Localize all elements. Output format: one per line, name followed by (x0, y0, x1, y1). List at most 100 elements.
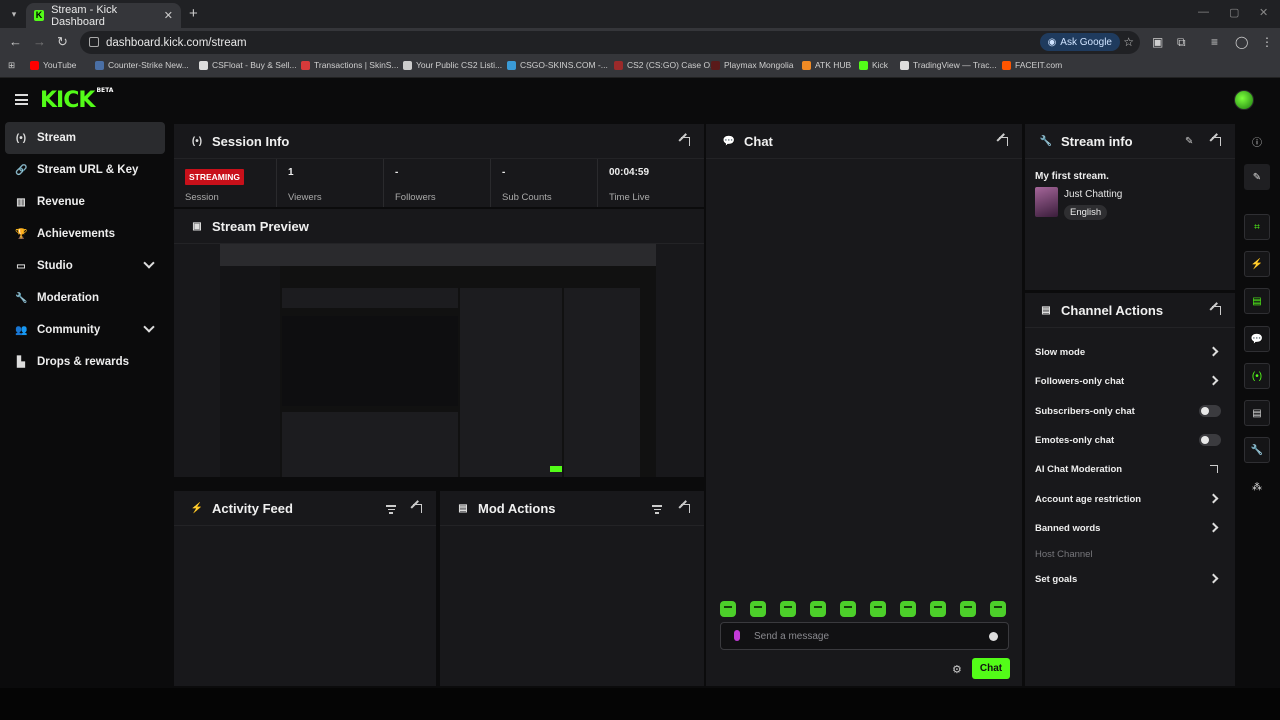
emote-8-icon[interactable] (930, 601, 946, 617)
chat-message-input[interactable]: Send a message (720, 622, 1009, 650)
forward-icon[interactable]: → (33, 34, 46, 49)
filter-icon[interactable] (386, 505, 396, 516)
emotes-only-toggle[interactable] (1199, 434, 1221, 446)
sidebar-item-studio[interactable]: ▭ Studio (5, 250, 165, 282)
minimize-icon[interactable]: — (1198, 6, 1209, 18)
bookmark-item[interactable]: CSGO-SKINS.COM -... (507, 60, 608, 70)
apps-icon[interactable]: ⊞ (8, 60, 15, 71)
maximize-icon[interactable]: ▢ (1229, 6, 1239, 19)
emote-2-icon[interactable] (750, 601, 766, 617)
microphone-icon[interactable] (734, 630, 740, 641)
bookmark-item[interactable]: TradingView — Trac... (900, 60, 997, 70)
sidebar-item-revenue[interactable]: ▥ Revenue (5, 186, 165, 218)
popout-icon[interactable] (1212, 137, 1221, 146)
sidebar-item-moderation[interactable]: 🔧 Moderation (5, 282, 165, 314)
info-icon[interactable]: ⓘ (1244, 128, 1270, 154)
edit-pencil-icon[interactable]: ✎ (1185, 136, 1193, 147)
channel-actions-icon: ▤ (1041, 304, 1051, 316)
followers-only-row[interactable]: Followers-only chat (1035, 371, 1223, 391)
sidebar-item-drops-rewards[interactable]: ▙ Drops & rewards (5, 346, 165, 378)
popout-icon[interactable] (681, 504, 690, 513)
menu-icon[interactable]: ⋮ (1261, 35, 1273, 49)
bookmark-item[interactable]: Your Public CS2 Listi... (403, 60, 502, 70)
bookmark-item[interactable]: Counter-Strike New... (95, 60, 189, 70)
clip-icon[interactable]: ⌗ (1244, 214, 1270, 240)
profile-icon[interactable]: ◯ (1235, 35, 1248, 49)
account-age-row[interactable]: Account age restriction (1035, 489, 1223, 509)
ai-chat-moderation-row[interactable]: AI Chat Moderation (1035, 459, 1223, 479)
sidebar-item-stream[interactable]: (•) Stream (5, 122, 165, 154)
document-icon[interactable]: ▤ (1244, 288, 1270, 314)
bookmark-star-icon[interactable]: ☆ (1123, 35, 1134, 49)
popout-icon[interactable] (413, 504, 422, 513)
bookmark-item[interactable]: Kick (859, 60, 888, 70)
browser-tab[interactable]: K Stream - Kick Dashboard ✕ (26, 3, 181, 28)
bookmark-favicon-icon (301, 60, 310, 70)
set-goals-row[interactable]: Set goals (1035, 569, 1223, 589)
reload-icon[interactable]: ↻ (57, 34, 68, 50)
bookmark-item[interactable]: YouTube (30, 60, 76, 70)
channel-actions-icon[interactable]: ▤ (1244, 400, 1270, 426)
back-icon[interactable]: ← (9, 34, 22, 49)
broadcast-icon[interactable]: (•) (1244, 363, 1270, 389)
stream-preview-video[interactable] (220, 244, 656, 477)
popout-icon[interactable] (999, 137, 1008, 146)
reading-list-icon[interactable]: ≡ (1211, 35, 1218, 49)
wrench-icon[interactable]: 🔧 (1244, 437, 1270, 463)
extension-icon[interactable]: ▣ (1152, 35, 1163, 49)
tab-search-icon[interactable]: ▾ (6, 6, 22, 22)
chevron-down-icon[interactable] (143, 321, 155, 333)
popout-icon[interactable] (681, 137, 690, 146)
sidebar-item-label: Moderation (37, 292, 99, 304)
bookmark-item[interactable]: FACEIT.com (1002, 60, 1062, 70)
bookmark-item[interactable]: CSFloat - Buy & Sell... (199, 60, 297, 70)
popout-icon[interactable] (1212, 306, 1221, 315)
channel-actions-header: ▤ Channel Actions (1025, 293, 1235, 328)
layout-dots-icon[interactable]: ⁂ (1244, 474, 1270, 500)
top-nav: KICK BETA (0, 78, 1280, 122)
subscribers-only-toggle[interactable] (1199, 405, 1221, 417)
emote-10-icon[interactable] (990, 601, 1006, 617)
bookmark-item[interactable]: Transactions | SkinS... (301, 60, 399, 70)
edit-icon[interactable]: ✎ (1244, 164, 1270, 190)
stream-info-panel: 🔧 Stream info ✎ My first stream. Just Cha… (1025, 124, 1235, 290)
browser-tab-strip: ▾ K Stream - Kick Dashboard ✕ + — ▢ ✕ (0, 0, 1280, 28)
bookmark-item[interactable]: ATK HUB (802, 60, 851, 70)
extensions-puzzle-icon[interactable]: ⧉ (1177, 35, 1186, 50)
emote-6-icon[interactable] (870, 601, 886, 617)
sidebar-item-achievements[interactable]: 🏆 Achievements (5, 218, 165, 250)
emote-4-icon[interactable] (810, 601, 826, 617)
ask-google-button[interactable]: ◉ Ask Google (1039, 33, 1120, 51)
tab-close-icon[interactable]: ✕ (164, 9, 173, 22)
chat-placeholder: Send a message (754, 630, 830, 642)
url-field[interactable]: dashboard.kick.com/stream ◉ Ask Google ☆ (80, 31, 1140, 54)
emote-1-icon[interactable] (720, 601, 736, 617)
bookmark-item[interactable]: Playmax Mongolia (711, 60, 793, 70)
sidebar-item-community[interactable]: 👥 Community (5, 314, 165, 346)
filter-icon[interactable] (652, 505, 662, 516)
bookmark-item[interactable]: CS2 (CS:GO) Case O... (614, 60, 717, 70)
user-avatar[interactable] (1234, 90, 1254, 110)
chat-bubble-icon[interactable]: 💬 (1244, 326, 1270, 352)
emote-5-icon[interactable] (840, 601, 856, 617)
send-chat-button[interactable]: Chat (972, 658, 1010, 679)
chat-settings-gear-icon[interactable]: ⚙ (952, 663, 962, 676)
window-close-icon[interactable]: ✕ (1259, 6, 1268, 19)
hamburger-menu-icon[interactable] (15, 94, 28, 105)
banned-words-row[interactable]: Banned words (1035, 518, 1223, 538)
chevron-down-icon[interactable] (143, 257, 155, 269)
stat-label: Time Live (609, 192, 650, 203)
emote-9-icon[interactable] (960, 601, 976, 617)
emote-7-icon[interactable] (900, 601, 916, 617)
emoji-picker-icon[interactable] (989, 632, 998, 641)
preview-chat-button (550, 466, 562, 472)
kick-logo[interactable]: KICK BETA (40, 87, 113, 113)
emote-3-icon[interactable] (780, 601, 796, 617)
sidebar-item-stream-url-key[interactable]: 🔗 Stream URL & Key (5, 154, 165, 186)
bookmark-label: CS2 (CS:GO) Case O... (627, 60, 718, 70)
chat-panel: 💬 Chat Send a message ⚙ Chat (706, 124, 1022, 686)
site-info-icon[interactable] (89, 37, 99, 47)
slow-mode-row[interactable]: Slow mode (1035, 342, 1223, 362)
lightning-icon[interactable]: ⚡ (1244, 251, 1270, 277)
new-tab-icon[interactable]: + (189, 5, 198, 22)
